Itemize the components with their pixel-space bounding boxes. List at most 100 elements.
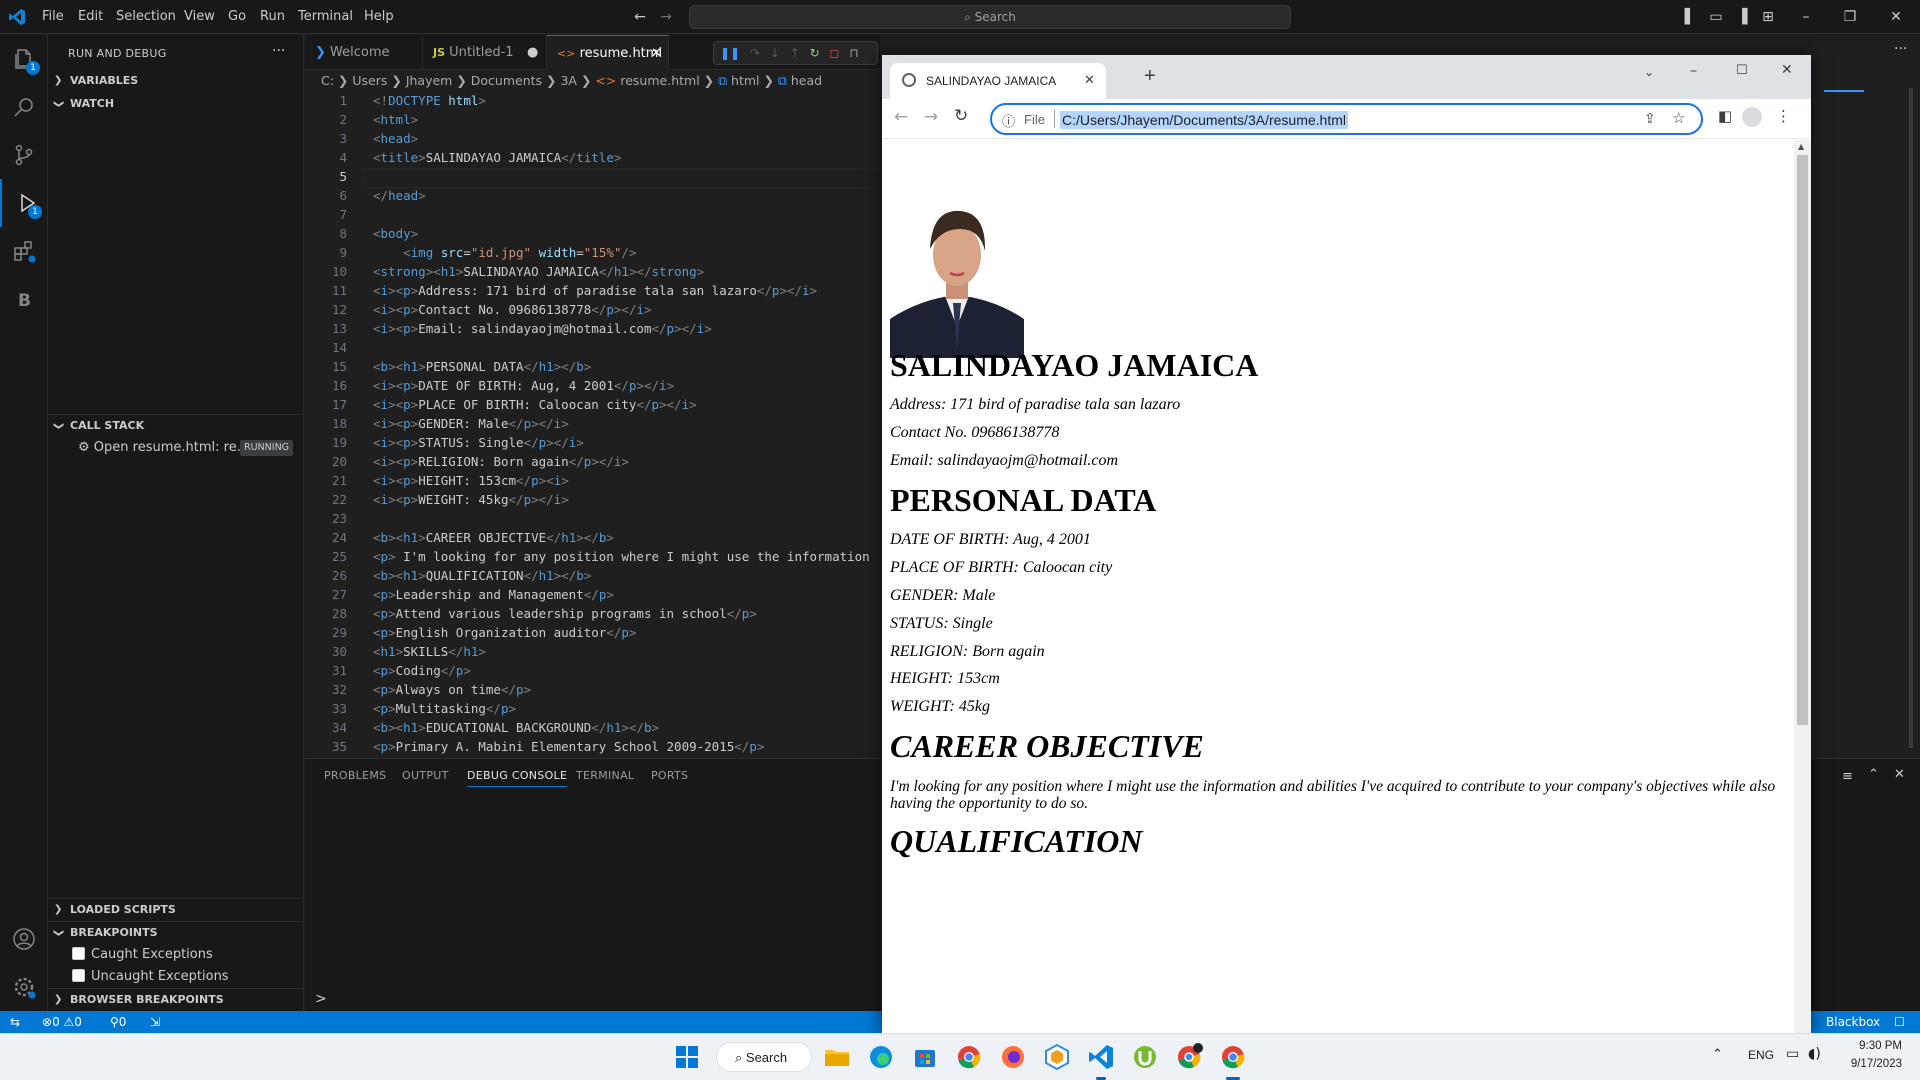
vscode-taskbar-icon[interactable] — [1086, 1042, 1116, 1072]
loaded-scripts-section[interactable]: ❯ LOADED SCRIPTS — [48, 899, 303, 921]
restore-icon[interactable]: ❐ — [1842, 9, 1858, 25]
pause-icon[interactable]: ❚❚ — [720, 46, 740, 60]
file-explorer-icon[interactable] — [822, 1042, 852, 1072]
code-line[interactable]: <i><p>Email: salindayaojm@hotmail.com</p… — [373, 321, 712, 336]
breadcrumb-item[interactable]: resume.html — [620, 73, 699, 88]
code-line[interactable]: <!DOCTYPE html> — [373, 93, 486, 108]
code-line[interactable]: <i><p>RELIGION: Born again</p></i> — [373, 454, 629, 469]
code-line[interactable]: <i><p>GENDER: Male</p></i> — [373, 416, 569, 431]
code-line[interactable]: <b><h1>EDUCATIONAL BACKGROUND</h1></b> — [373, 720, 659, 735]
scrollbar-thumb[interactable] — [1797, 155, 1808, 725]
back-icon[interactable]: ← — [894, 107, 908, 127]
code-line[interactable]: <b><h1>QUALIFICATION</h1></b> — [373, 568, 591, 583]
tab-ports[interactable]: PORTS — [651, 769, 688, 782]
tab-resume-html[interactable]: <> resume.html ✕ — [547, 35, 669, 70]
breakpoints-section[interactable]: ❯ BREAKPOINTS — [48, 922, 303, 944]
variables-section[interactable]: ❯ VARIABLES — [48, 70, 303, 92]
tab-search-icon[interactable]: ⌄ — [1644, 65, 1654, 79]
minimize-icon[interactable]: – — [1798, 9, 1814, 25]
editor-scrollbar[interactable] — [1909, 88, 1913, 748]
code-line[interactable]: <i><p>Address: 171 bird of paradise tala… — [373, 283, 817, 298]
customize-layout-icon[interactable]: ⊞ — [1760, 9, 1776, 25]
menu-help[interactable]: Help — [364, 0, 394, 34]
url-text[interactable]: C:/Users/Jhayem/Documents/3A/resume.html — [1060, 111, 1348, 129]
app-hexagon-icon[interactable] — [1042, 1042, 1072, 1072]
code-line[interactable]: <title>SALINDAYAO JAMAICA</title> — [373, 150, 621, 165]
code-line[interactable]: <p>Leadership and Management</p> — [373, 587, 614, 602]
tab-output[interactable]: OUTPUT — [402, 769, 449, 782]
restart-icon[interactable]: ↻ — [810, 46, 820, 60]
step-out-icon[interactable]: ↑ — [790, 46, 800, 60]
close-tab-icon[interactable]: ✕ — [651, 36, 662, 71]
code-line[interactable]: <b><h1>PERSONAL DATA</h1></b> — [373, 359, 591, 374]
caught-exceptions-row[interactable]: Caught Exceptions — [72, 944, 213, 966]
profile-avatar[interactable] — [1742, 107, 1762, 127]
code-line[interactable]: <strong><h1>SALINDAYAO JAMAICA</h1></str… — [373, 264, 704, 279]
code-line[interactable]: <p>Always on time</p> — [373, 682, 531, 697]
debug-status-icon[interactable]: ⇲ — [150, 1011, 160, 1033]
code-line[interactable]: <p>Attend various leadership programs in… — [373, 606, 757, 621]
utorrent-icon[interactable] — [1130, 1042, 1160, 1072]
unsaved-dot-icon[interactable]: ● — [527, 35, 538, 70]
bookmark-star-icon[interactable]: ☆ — [1672, 109, 1685, 127]
menu-terminal[interactable]: Terminal — [298, 0, 353, 34]
problems-status[interactable]: ⊗0 ⚠0 — [42, 1011, 82, 1033]
uncaught-exceptions-row[interactable]: Uncaught Exceptions — [72, 966, 229, 988]
code-line[interactable]: <img src="id.jpg" width="15%"/> — [373, 245, 636, 260]
code-line[interactable]: <p>English Organization auditor</p> — [373, 625, 636, 640]
breadcrumb-item[interactable]: C: — [321, 73, 334, 88]
explorer-icon[interactable]: 1 — [0, 35, 48, 83]
step-over-icon[interactable]: ↷ — [750, 46, 760, 60]
edge-icon[interactable] — [866, 1042, 896, 1072]
scroll-up-icon[interactable]: ▲ — [1798, 142, 1804, 151]
code-line[interactable]: <b><h1>CAREER OBJECTIVE</h1></b> — [373, 530, 614, 545]
more-actions-icon[interactable]: ··· — [272, 43, 285, 59]
console-prompt[interactable]: > — [315, 991, 327, 1007]
code-line[interactable]: </head> — [373, 188, 426, 203]
code-line[interactable]: <i><p>PLACE OF BIRTH: Caloocan city</p><… — [373, 397, 697, 412]
ports-status[interactable]: ⚲0 — [110, 1011, 126, 1033]
command-center-search[interactable]: ⌕ Search — [689, 5, 1291, 29]
reload-icon[interactable]: ↻ — [954, 106, 968, 126]
code-line[interactable]: <body> — [373, 226, 418, 241]
tab-problems[interactable]: PROBLEMS — [324, 769, 386, 782]
step-into-icon[interactable]: ↓ — [770, 46, 780, 60]
search-view-icon[interactable] — [0, 83, 48, 131]
clock-date[interactable]: 9/17/2023 — [1840, 1058, 1902, 1070]
clear-console-icon[interactable]: ≡ — [1842, 769, 1853, 784]
code-line[interactable]: <html> — [373, 112, 418, 127]
caught-exceptions-checkbox[interactable] — [72, 947, 85, 960]
firefox-icon[interactable] — [998, 1042, 1028, 1072]
source-control-icon[interactable] — [0, 131, 48, 179]
close-tab-icon[interactable]: ✕ — [1084, 72, 1095, 88]
share-icon[interactable]: ⇪ — [1644, 110, 1656, 127]
chrome-icon[interactable] — [954, 1042, 984, 1072]
split-editor-icon[interactable]: ⊓ — [849, 46, 858, 60]
stop-icon[interactable]: ◻ — [830, 46, 840, 60]
code-line[interactable]: <p>Multitasking</p> — [373, 701, 516, 716]
code-line[interactable]: <i><p>DATE OF BIRTH: Aug, 4 2001</p></i> — [373, 378, 674, 393]
code-line[interactable]: <h1>SKILLS</h1> — [373, 644, 486, 659]
tab-untitled-1[interactable]: JS Untitled-1 ● — [423, 35, 547, 70]
run-and-debug-icon[interactable]: 1 — [0, 179, 48, 227]
close-icon[interactable]: ✕ — [1888, 9, 1904, 25]
toggle-secondary-sidebar-icon[interactable]: ▐ — [1734, 9, 1750, 25]
breadcrumb-item[interactable]: html — [731, 73, 759, 88]
code-line[interactable]: <p>Coding</p> — [373, 663, 471, 678]
extensions-icon[interactable] — [0, 227, 48, 275]
code-line[interactable]: <p>Primary A. Mabini Elementary School 2… — [373, 739, 764, 754]
code-line[interactable]: <i><p>Contact No. 09686138778</p></i> — [373, 302, 652, 317]
clock-time[interactable]: 9:30 PM — [1852, 1040, 1902, 1052]
chrome-profile-icon[interactable] — [1174, 1042, 1204, 1072]
notifications-icon[interactable]: ☐ — [1894, 1011, 1905, 1033]
network-icon[interactable]: ▭ — [1786, 1046, 1799, 1062]
menu-edit[interactable]: Edit — [78, 0, 103, 34]
volume-icon[interactable]: ◖) — [1808, 1046, 1821, 1062]
info-icon[interactable]: ⓘ — [1002, 111, 1015, 130]
menu-selection[interactable]: Selection — [116, 0, 176, 34]
taskbar-search[interactable]: ⌕ Search — [716, 1042, 812, 1072]
accounts-icon[interactable] — [0, 915, 48, 963]
tab-terminal[interactable]: TERMINAL — [576, 769, 634, 782]
windows-start-icon[interactable] — [672, 1042, 702, 1072]
forward-arrow-icon[interactable]: → — [658, 9, 674, 25]
